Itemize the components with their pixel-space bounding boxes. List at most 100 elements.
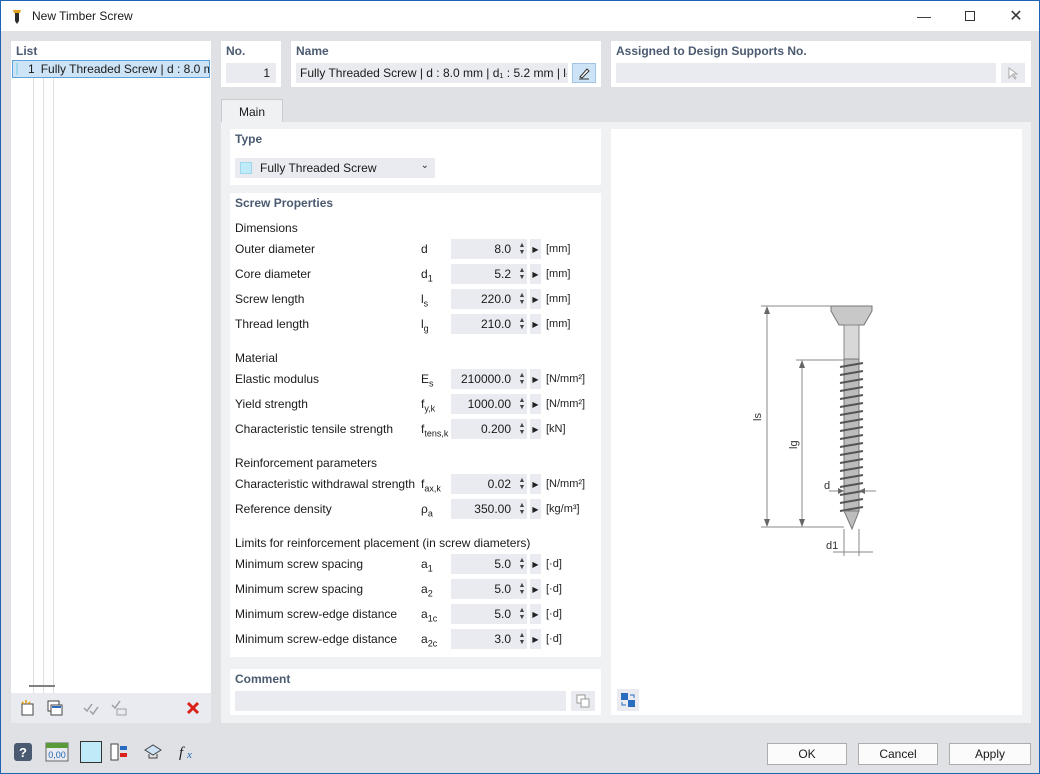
select-supports-button[interactable] [1001, 63, 1025, 83]
delete-icon [186, 701, 200, 715]
expand-arrow-icon[interactable]: ▶ [530, 419, 541, 439]
property-value-input[interactable]: 350.00 [451, 499, 517, 519]
expand-arrow-icon[interactable]: ▶ [530, 604, 541, 624]
property-label: Core diameter [235, 267, 312, 281]
outer-diameter-label: d [824, 480, 830, 492]
property-value-input[interactable]: 0.200 [451, 419, 517, 439]
minimize-button[interactable]: — [901, 1, 947, 31]
delete-button[interactable] [181, 697, 205, 719]
render-options-icon [110, 743, 127, 761]
property-value-input[interactable]: 1000.00 [451, 394, 517, 414]
expand-arrow-icon[interactable]: ▶ [530, 554, 541, 574]
property-value-input[interactable]: 220.0 [451, 289, 517, 309]
property-unit: [N/mm²] [546, 478, 586, 490]
property-value-input[interactable]: 5.2 [451, 264, 517, 284]
uncheck-items-button[interactable] [107, 697, 131, 719]
property-symbol: lg [421, 314, 429, 338]
spinner-icon[interactable]: ▲ ▼ [517, 499, 527, 519]
svg-text:0,00: 0,00 [48, 750, 66, 760]
expand-arrow-icon[interactable]: ▶ [530, 314, 541, 334]
copy-item-button[interactable] [43, 697, 67, 719]
property-value-input[interactable]: 5.0 [451, 554, 517, 574]
spinner-icon[interactable]: ▲ ▼ [517, 604, 527, 624]
symbol-main: E [421, 372, 430, 386]
spinner-icon[interactable]: ▲ ▼ [517, 394, 527, 414]
property-symbol: a2 [421, 579, 433, 603]
thread-length-label: lg [788, 440, 800, 449]
number-field[interactable]: 1 [226, 63, 276, 83]
spinner-icon[interactable]: ▲ ▼ [517, 314, 527, 334]
spinner-icon[interactable]: ▲ ▼ [517, 369, 527, 389]
property-value-input[interactable]: 5.0 [451, 579, 517, 599]
spinner-icon[interactable]: ▲ ▼ [517, 239, 527, 259]
swap-view-button[interactable] [617, 689, 639, 711]
property-value-input[interactable]: 0.02 [451, 474, 517, 494]
symbol-subscript: 2 [427, 588, 433, 599]
expand-arrow-icon[interactable]: ▶ [530, 579, 541, 599]
type-dropdown[interactable]: Fully Threaded Screw ⌄ [235, 158, 435, 178]
cancel-button[interactable]: Cancel [858, 743, 938, 765]
color-button[interactable] [80, 741, 102, 763]
spinner-icon[interactable]: ▲ ▼ [517, 554, 527, 574]
assigned-panel: Assigned to Design Supports No. [611, 41, 1031, 87]
expand-arrow-icon[interactable]: ▶ [530, 289, 541, 309]
render-options-button[interactable] [107, 741, 131, 763]
edit-pencil-icon [579, 68, 590, 80]
expand-arrow-icon[interactable]: ▶ [530, 629, 541, 649]
symbol-main: d [421, 267, 428, 281]
property-value-input[interactable]: 210.0 [451, 314, 517, 334]
tab-main-label: Main [238, 104, 265, 119]
spinner-icon[interactable]: ▲ ▼ [517, 289, 527, 309]
property-value-input[interactable]: 8.0 [451, 239, 517, 259]
spinner-icon[interactable]: ▲ ▼ [517, 474, 527, 494]
assigned-field[interactable] [616, 63, 996, 83]
property-value-input[interactable]: 3.0 [451, 629, 517, 649]
screw-diagram: ls lg d d1 [752, 305, 876, 556]
formula-icon: fx [179, 745, 192, 761]
spinner-icon[interactable]: ▲ ▼ [517, 419, 527, 439]
property-value-input[interactable]: 5.0 [451, 604, 517, 624]
ok-button[interactable]: OK [767, 743, 847, 765]
list-panel: List 1 Fully Threaded Screw | d : 8.0 m [11, 41, 211, 723]
scroll-handle[interactable] [29, 685, 55, 687]
tree-guide [33, 78, 34, 718]
spinner-icon[interactable]: ▲ ▼ [517, 579, 527, 599]
new-item-button[interactable] [15, 697, 39, 719]
property-symbol: ls [421, 289, 428, 313]
comment-field[interactable] [235, 691, 566, 711]
svg-text:x: x [186, 749, 192, 761]
formula-button[interactable]: fx [175, 741, 199, 763]
check-items-button[interactable] [79, 697, 103, 719]
symbol-subscript: 1c [427, 613, 438, 624]
expand-arrow-icon[interactable]: ▶ [530, 264, 541, 284]
spinner-icon[interactable]: ▲ ▼ [517, 629, 527, 649]
symbol-main: a [421, 632, 428, 646]
number-label: No. [226, 44, 246, 58]
name-field[interactable]: Fully Threaded Screw | d : 8.0 mm | d₁ :… [296, 63, 568, 83]
help-button[interactable]: ? [11, 741, 35, 763]
name-panel: Name Fully Threaded Screw | d : 8.0 mm |… [291, 41, 601, 87]
apply-button[interactable]: Apply [949, 743, 1031, 765]
expand-arrow-icon[interactable]: ▶ [530, 394, 541, 414]
expand-arrow-icon[interactable]: ▶ [530, 369, 541, 389]
units-button[interactable]: 0,00 [45, 741, 69, 763]
type-color-swatch [240, 162, 252, 174]
expand-arrow-icon[interactable]: ▶ [530, 499, 541, 519]
core-diameter-label: d1 [826, 540, 838, 552]
property-value-input[interactable]: 210000.0 [451, 369, 517, 389]
window-title: New Timber Screw [32, 9, 133, 23]
edit-name-button[interactable] [572, 63, 596, 83]
symbol-subscript: a [427, 508, 433, 519]
maximize-button[interactable] [947, 1, 993, 31]
list-item[interactable]: 1 Fully Threaded Screw | d : 8.0 m [12, 60, 210, 78]
expand-arrow-icon[interactable]: ▶ [530, 474, 541, 494]
expand-arrow-icon[interactable]: ▶ [530, 239, 541, 259]
view-button[interactable] [141, 741, 165, 763]
close-button[interactable]: ✕ [993, 1, 1039, 31]
spinner-icon[interactable]: ▲ ▼ [517, 264, 527, 284]
tab-main[interactable]: Main [221, 99, 283, 123]
comment-library-button[interactable] [571, 691, 595, 711]
swap-view-icon [621, 693, 635, 707]
app-screw-icon [9, 8, 25, 24]
list-item-no: 1 [28, 62, 35, 76]
